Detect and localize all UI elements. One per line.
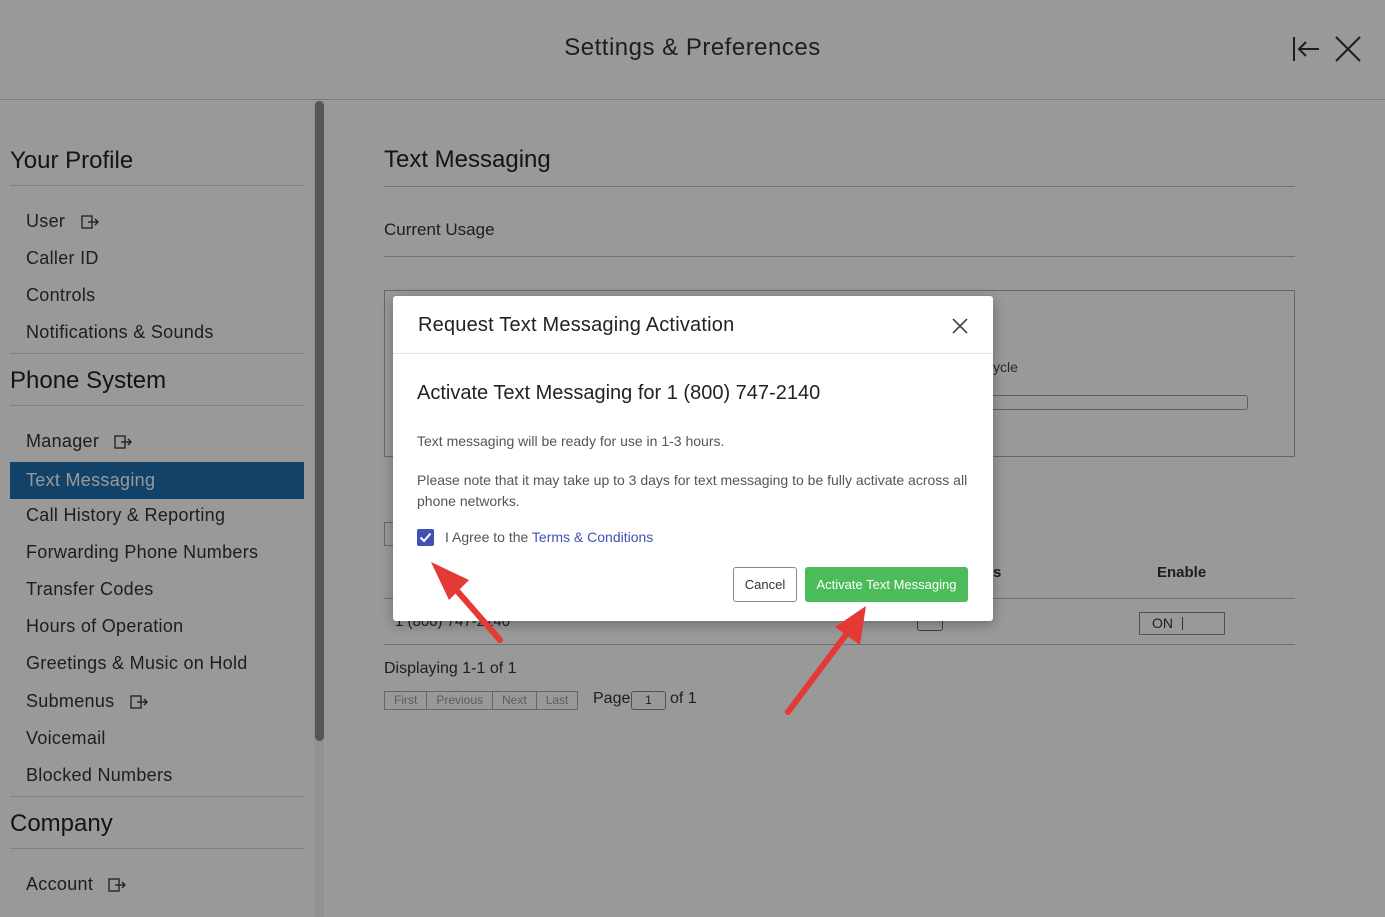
dialog-subtitle: Activate Text Messaging for 1 (800) 747-… <box>417 382 821 404</box>
cancel-button[interactable]: Cancel <box>733 567 797 602</box>
activate-text-messaging-button[interactable]: Activate Text Messaging <box>805 567 968 602</box>
agree-label: I Agree to the Terms & Conditions <box>445 529 653 545</box>
close-icon[interactable] <box>950 316 970 336</box>
checkmark-icon <box>419 532 432 543</box>
activation-dialog: Request Text Messaging Activation Activa… <box>393 296 993 621</box>
terms-link[interactable]: Terms & Conditions <box>532 529 653 545</box>
dialog-header: Request Text Messaging Activation <box>393 296 993 354</box>
dialog-title: Request Text Messaging Activation <box>418 314 735 336</box>
dialog-note-text: Please note that it may take up to 3 day… <box>417 472 968 509</box>
agree-text: I Agree to the <box>445 529 532 545</box>
dialog-info-text: Text messaging will be ready for use in … <box>417 433 725 449</box>
agree-checkbox[interactable] <box>417 529 434 546</box>
